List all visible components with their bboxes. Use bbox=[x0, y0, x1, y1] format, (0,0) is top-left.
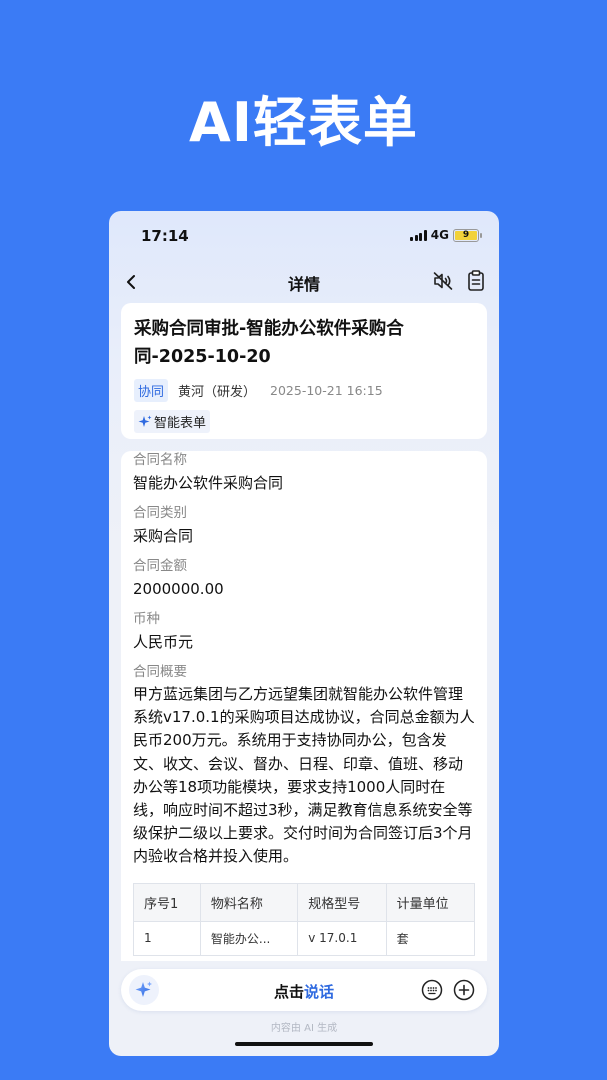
field-label: 合同类别 bbox=[133, 505, 187, 521]
table-cell: 套 bbox=[385, 920, 476, 956]
promo-title: AI轻表单 bbox=[189, 91, 418, 154]
nav-bar: 详情 bbox=[109, 265, 499, 299]
status-indicators: 4G 9 bbox=[410, 228, 482, 242]
submit-time: 2025-10-21 16:15 bbox=[270, 383, 383, 398]
field-value: 2000000.00 bbox=[133, 580, 224, 598]
summary-text: 甲方蓝远集团与乙方远望集团就智能办公软件管理系统v17.0.1的采购项目达成协议… bbox=[133, 685, 475, 866]
smart-form-badge: 智能表单 bbox=[134, 410, 211, 433]
smart-form-label: 智能表单 bbox=[154, 416, 207, 431]
sparkle-icon bbox=[138, 415, 152, 427]
phone-screen: 17:14 4G 9 详情 采购合同审批-智能办公软件采购合同-2025-10-… bbox=[109, 211, 499, 1056]
mute-icon[interactable] bbox=[431, 269, 455, 293]
ai-generated-footnote: 内容由 AI 生成 bbox=[270, 1023, 338, 1034]
table-header-row: 序号1 物料名称 规格型号 计量单位 bbox=[133, 882, 476, 922]
voice-input-bar: 点击说话 bbox=[121, 969, 487, 1011]
field-contract-amount: 合同金额 2000000.00 bbox=[133, 557, 475, 600]
status-time: 17:14 bbox=[141, 227, 189, 245]
field-value: 采购合同 bbox=[133, 527, 194, 545]
field-contract-name: 合同名称 智能办公软件采购合同 bbox=[133, 451, 475, 494]
table-cell: 智能办公... bbox=[199, 920, 299, 956]
field-label: 合同概要 bbox=[133, 664, 187, 680]
collab-tag: 协同 bbox=[134, 379, 169, 402]
column-header: 规格型号 bbox=[297, 882, 387, 922]
clipboard-icon[interactable] bbox=[465, 269, 487, 293]
voice-accent: 说话 bbox=[304, 983, 335, 1001]
document-title: 采购合同审批-智能办公软件采购合同-2025-10-20 bbox=[134, 319, 404, 367]
home-indicator[interactable] bbox=[235, 1042, 373, 1046]
items-table: 序号1 物料名称 规格型号 计量单位 1 智能办公... v 17.0.1 套 bbox=[133, 882, 476, 956]
battery-icon: 9 bbox=[453, 228, 482, 242]
signal-icon bbox=[410, 229, 427, 241]
column-header: 序号1 bbox=[133, 882, 201, 922]
meta-row: 协同 黄河（研发） 2025-10-21 16:15 bbox=[134, 379, 474, 402]
field-currency: 币种 人民币元 bbox=[133, 610, 475, 653]
column-header: 计量单位 bbox=[385, 882, 476, 922]
field-value: 智能办公软件采购合同 bbox=[133, 474, 284, 492]
author-name: 黄河（研发） bbox=[178, 385, 257, 400]
table-cell: v 17.0.1 bbox=[297, 920, 387, 956]
field-label: 合同名称 bbox=[133, 452, 187, 468]
form-detail-card[interactable]: 合同名称 智能办公软件采购合同 合同类别 采购合同 合同金额 2000000.0… bbox=[121, 451, 487, 961]
field-value: 人民币元 bbox=[133, 633, 194, 651]
field-label: 合同金额 bbox=[133, 558, 187, 574]
network-label: 4G bbox=[430, 228, 449, 242]
voice-prefix: 点击 bbox=[273, 983, 304, 1001]
status-bar: 17:14 4G 9 bbox=[109, 211, 499, 261]
field-contract-category: 合同类别 采购合同 bbox=[133, 504, 475, 547]
plus-icon[interactable] bbox=[453, 979, 475, 1001]
header-card: 采购合同审批-智能办公软件采购合同-2025-10-20 协同 黄河（研发） 2… bbox=[121, 303, 487, 439]
table-cell: 1 bbox=[133, 920, 201, 956]
column-header: 物料名称 bbox=[199, 882, 299, 922]
field-label: 币种 bbox=[133, 611, 160, 627]
battery-level: 9 bbox=[455, 230, 477, 240]
table-row: 1 智能办公... v 17.0.1 套 bbox=[133, 920, 476, 956]
field-contract-summary: 合同概要 甲方蓝远集团与乙方远望集团就智能办公软件管理系统v17.0.1的采购项… bbox=[133, 663, 475, 869]
keyboard-icon[interactable] bbox=[421, 979, 443, 1001]
